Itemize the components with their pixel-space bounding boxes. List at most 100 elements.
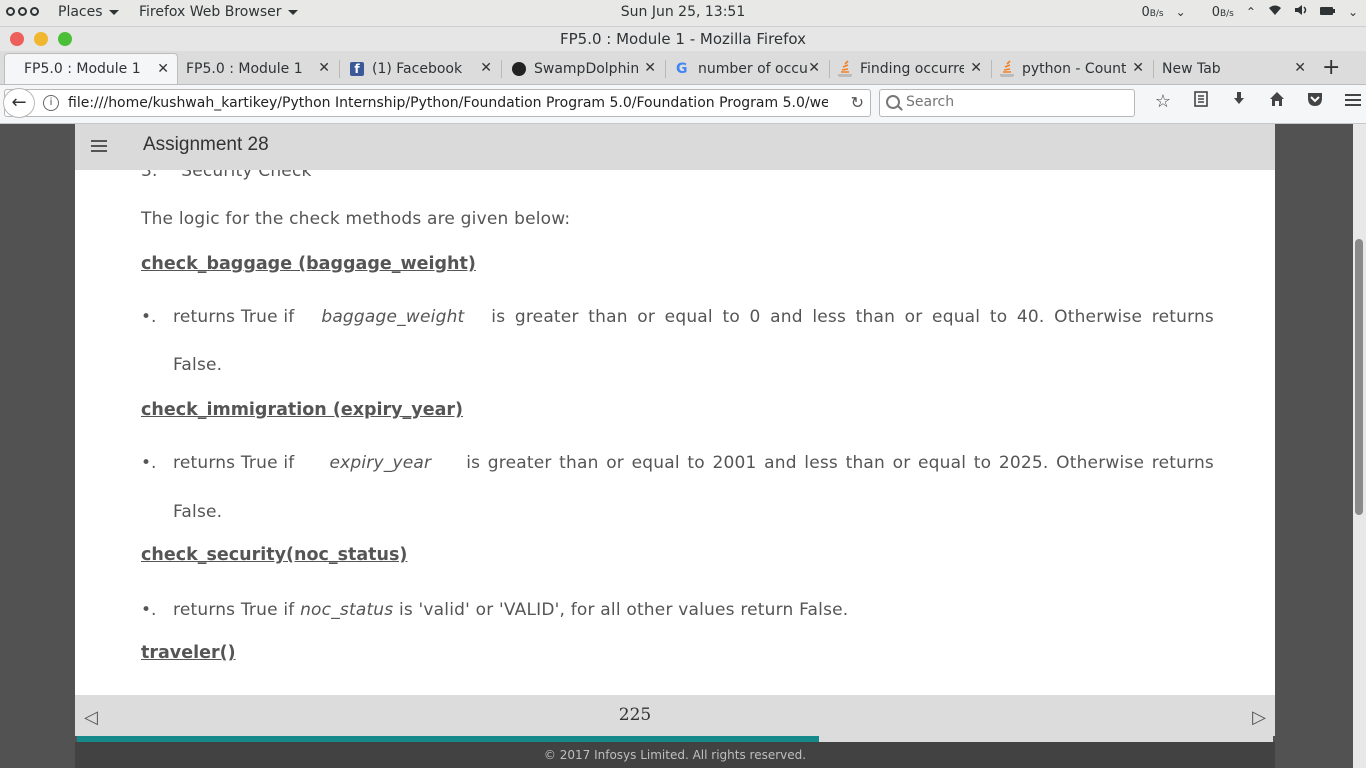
tab-github[interactable]: SwampDolphin9 ✕: [502, 53, 664, 84]
close-tab-icon[interactable]: ✕: [970, 60, 982, 76]
list-number: 3.: [141, 170, 158, 181]
net-down-value: 0: [1141, 4, 1150, 20]
scrollbar-thumb[interactable]: [1355, 239, 1363, 515]
close-tab-icon[interactable]: ✕: [808, 60, 820, 76]
bullet-marker: •.: [141, 600, 157, 620]
bullet-text-continuation: False.: [173, 355, 223, 375]
github-icon: [512, 61, 526, 76]
hamburger-menu-icon[interactable]: [1334, 91, 1366, 112]
google-icon: G: [676, 60, 688, 77]
net-down-unit: B/s: [1149, 8, 1164, 19]
app-menu-label: Firefox Web Browser: [139, 4, 282, 20]
stackoverflow-icon: [838, 60, 852, 77]
tab-label: Finding occurren: [860, 60, 964, 77]
tab-stackoverflow-count[interactable]: python - Count ✕: [992, 53, 1152, 84]
bullet-text: returns True if baggage_weight is greate…: [173, 307, 1214, 327]
tab-label: FP5.0 : Module 1: [24, 61, 141, 77]
search-box[interactable]: [879, 89, 1135, 117]
tab-label: SwampDolphin9: [534, 60, 638, 77]
bullet-text-rest: is greater than or equal to 2001 and les…: [466, 453, 1214, 473]
facebook-icon: f: [350, 61, 364, 76]
bullet-marker: •.: [141, 307, 157, 327]
app-menu[interactable]: Firefox Web Browser: [139, 4, 298, 20]
close-tab-icon[interactable]: ✕: [1132, 60, 1144, 76]
site-info-icon[interactable]: i: [43, 95, 59, 111]
section-heading: check_immigration (expiry_year): [141, 400, 464, 420]
chevron-down-icon[interactable]: ⌄: [1176, 5, 1186, 19]
variable-name: noc_status: [300, 600, 394, 620]
bullet-text: returns True if noc_status is 'valid' or…: [173, 600, 848, 620]
url-bar[interactable]: ← i file:///home/kushwah_kartikey/Python…: [3, 88, 871, 118]
stackoverflow-icon: [1000, 60, 1014, 77]
system-tray: 0B/s ⌄ 0B/s ⌃ ⌄: [1141, 4, 1358, 20]
activities-icon[interactable]: [6, 7, 39, 16]
power-menu-chevron-icon[interactable]: ⌄: [1348, 5, 1358, 19]
chevron-up-icon[interactable]: ⌃: [1246, 5, 1256, 19]
net-up-indicator: 0B/s: [1212, 5, 1234, 20]
system-top-bar: Places Firefox Web Browser Sun Jun 25, 1…: [0, 0, 1366, 27]
clipped-list-item: 3. Security Check: [141, 170, 312, 181]
pocket-icon[interactable]: [1296, 91, 1334, 112]
intro-text: The logic for the check methods are give…: [141, 209, 571, 229]
page-number: 225: [618, 705, 652, 725]
volume-icon[interactable]: [1294, 4, 1308, 20]
bullet-text: returns True if expiry_year is greater t…: [173, 453, 1214, 473]
places-menu-label: Places: [58, 4, 103, 20]
close-tab-icon[interactable]: ✕: [1294, 60, 1306, 76]
downloads-icon[interactable]: [1220, 91, 1258, 112]
search-icon: [886, 95, 900, 109]
window-title-bar: FP5.0 : Module 1 - Mozilla Firefox: [0, 27, 1366, 51]
window-title: FP5.0 : Module 1 - Mozilla Firefox: [559, 30, 807, 48]
navigation-toolbar: ← i file:///home/kushwah_kartikey/Python…: [0, 85, 1366, 124]
new-tab-plus-icon[interactable]: +: [1322, 55, 1340, 80]
reload-icon[interactable]: ↻: [851, 93, 864, 112]
bullet-text-continuation: False.: [173, 502, 223, 522]
menu-icon[interactable]: [91, 140, 107, 155]
copyright-footer: © 2017 Infosys Limited. All rights reser…: [75, 742, 1275, 768]
tab-label: New Tab: [1162, 60, 1221, 77]
tab-label: (1) Facebook: [372, 60, 463, 77]
next-page-icon[interactable]: ▷: [1252, 707, 1266, 728]
tab-google-search[interactable]: G number of occur ✕: [666, 53, 828, 84]
bullet-text-rest: is 'valid' or 'VALID', for all other val…: [398, 600, 849, 620]
section-heading: check_baggage (baggage_weight): [141, 254, 476, 274]
variable-name: expiry_year: [329, 453, 432, 473]
page-navigation: ◁ 225 ▷: [75, 695, 1275, 736]
tab-fp5-module-1[interactable]: FP5.0 : Module 1 ✕: [4, 53, 178, 84]
tab-fp5-module-1-second[interactable]: FP5.0 : Module 1 ✕: [178, 53, 338, 84]
bullet-text-prefix: returns True if: [173, 600, 295, 620]
scrollbar[interactable]: [1353, 124, 1366, 768]
tab-stackoverflow-finding[interactable]: Finding occurren ✕: [830, 53, 990, 84]
chevron-down-icon: [287, 9, 298, 15]
tab-strip: FP5.0 : Module 1 ✕ FP5.0 : Module 1 ✕ f …: [0, 51, 1366, 85]
tab-new-tab[interactable]: New Tab ✕: [1154, 53, 1314, 84]
tab-label: python - Count: [1022, 60, 1126, 77]
url-text[interactable]: file:///home/kushwah_kartikey/Python Int…: [68, 95, 828, 111]
page-title: Assignment 28: [143, 134, 269, 155]
back-arrow-icon[interactable]: ←: [3, 88, 35, 118]
wifi-icon[interactable]: [1268, 4, 1282, 20]
net-up-value: 0: [1211, 4, 1220, 20]
app-header: Assignment 28: [75, 124, 1275, 170]
search-input[interactable]: [904, 93, 1128, 111]
tab-facebook[interactable]: f (1) Facebook ✕: [340, 53, 500, 84]
section-heading: check_security(noc_status): [141, 545, 408, 565]
close-tab-icon[interactable]: ✕: [318, 60, 330, 76]
section-heading: traveler(): [141, 643, 236, 663]
bullet-text-rest: is greater than or equal to 0 and less t…: [491, 307, 1214, 327]
content-area: 3. Security Check The logic for the chec…: [75, 170, 1275, 695]
battery-icon[interactable]: [1319, 5, 1336, 20]
bookmark-star-icon[interactable]: ☆: [1144, 91, 1182, 112]
close-tab-icon[interactable]: ✕: [157, 61, 169, 77]
chevron-down-icon: [108, 9, 119, 15]
bullet-marker: •.: [141, 453, 157, 473]
net-down-indicator: 0B/s: [1141, 5, 1163, 20]
reading-list-icon[interactable]: [1182, 91, 1220, 112]
home-icon[interactable]: [1258, 91, 1296, 112]
close-tab-icon[interactable]: ✕: [480, 60, 492, 76]
toolbar-icons: ☆: [1144, 91, 1366, 112]
net-up-unit: B/s: [1219, 8, 1234, 19]
places-menu[interactable]: Places: [58, 4, 119, 20]
variable-name: baggage_weight: [321, 307, 465, 327]
close-tab-icon[interactable]: ✕: [644, 60, 656, 76]
